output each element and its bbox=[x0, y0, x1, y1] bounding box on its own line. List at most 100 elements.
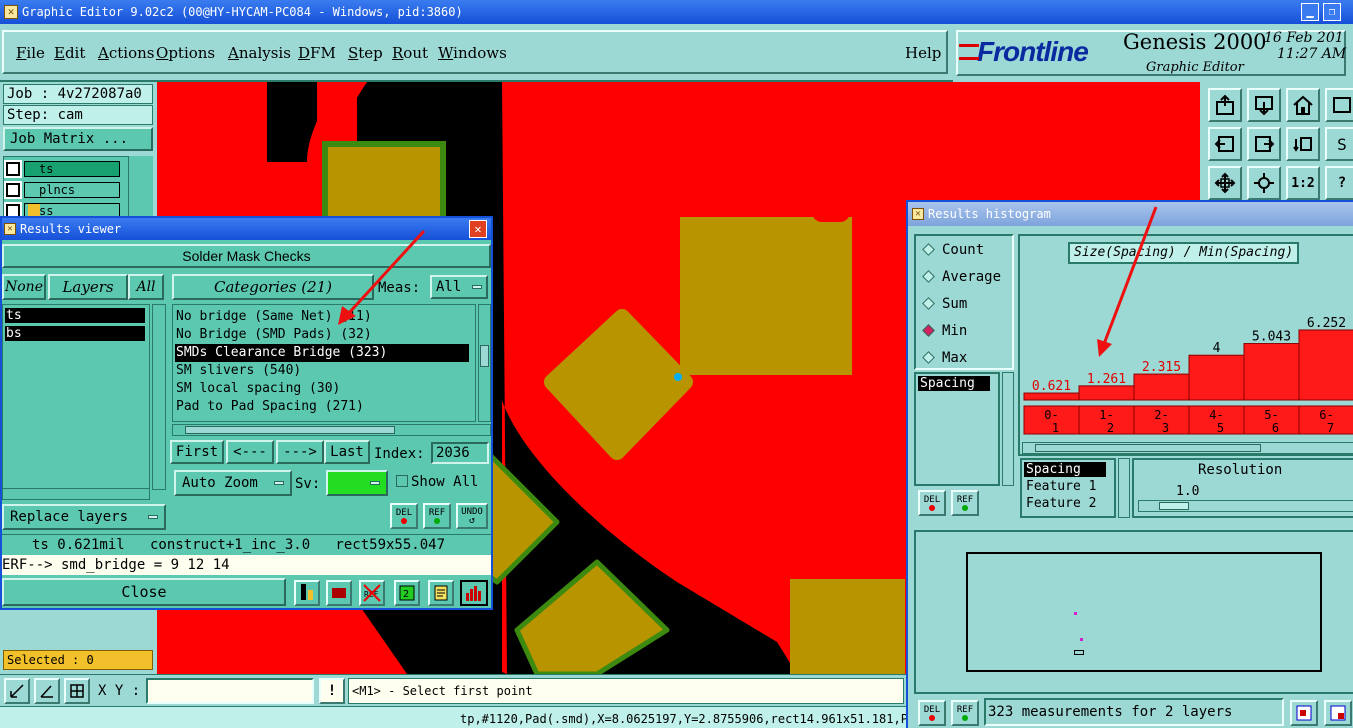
job-layer-row[interactable]: ts bbox=[4, 160, 126, 178]
menu-rout[interactable]: Rout bbox=[392, 44, 438, 62]
fit-all-icon[interactable] bbox=[1208, 166, 1242, 200]
category-list[interactable]: No bridge (Same Net) (11) No Bridge (SMD … bbox=[172, 304, 476, 422]
histogram-bar[interactable] bbox=[1023, 392, 1080, 401]
index-field[interactable]: 2036 bbox=[431, 442, 489, 464]
undo-view-icon[interactable] bbox=[1286, 127, 1320, 161]
menu-windows[interactable]: Windows bbox=[438, 44, 507, 62]
mode-option-min[interactable]: Min bbox=[916, 317, 1012, 344]
hist-lower-scrollbar[interactable] bbox=[1118, 458, 1130, 518]
hist-lower-item[interactable]: Spacing bbox=[1024, 462, 1106, 477]
mode-option-sum[interactable]: Sum bbox=[916, 290, 1012, 317]
layer-list-hscroll[interactable] bbox=[2, 488, 150, 500]
replace-layers-select[interactable]: Replace layers bbox=[2, 504, 166, 530]
last-button[interactable]: Last bbox=[324, 440, 370, 464]
all-button[interactable]: All bbox=[128, 274, 164, 300]
results-viewer-close-icon[interactable]: ✕ bbox=[469, 220, 487, 238]
category-item[interactable]: SM slivers (540) bbox=[175, 362, 473, 380]
histogram-bar[interactable] bbox=[1133, 373, 1190, 401]
histogram-bar[interactable] bbox=[1298, 329, 1353, 401]
menu-file[interactable]: File bbox=[16, 44, 54, 62]
maximize-button[interactable]: ❐ bbox=[1323, 3, 1341, 21]
none-button[interactable]: None bbox=[2, 274, 46, 300]
hist-left-scrollbar[interactable] bbox=[1002, 372, 1014, 486]
job-layer-row[interactable]: plncs bbox=[4, 181, 126, 199]
category-item[interactable]: Pad to Pad Spacing (271) bbox=[175, 398, 473, 416]
category-item[interactable]: No bridge (Same Net) (11) bbox=[175, 308, 473, 326]
auto-zoom-select[interactable]: Auto Zoom bbox=[174, 470, 292, 496]
snap-icon[interactable] bbox=[4, 678, 30, 704]
histogram-icon[interactable] bbox=[460, 580, 488, 606]
next-button[interactable]: ---> bbox=[276, 440, 324, 464]
show-all-checkbox[interactable] bbox=[396, 475, 408, 487]
pan-right-icon[interactable] bbox=[1247, 127, 1281, 161]
menu-edit[interactable]: Edit bbox=[54, 44, 98, 62]
menu-help[interactable]: Help bbox=[905, 44, 941, 62]
layers-button[interactable]: Layers bbox=[48, 274, 128, 300]
report-icon[interactable] bbox=[326, 580, 352, 606]
radio-diamond-icon[interactable] bbox=[922, 324, 935, 337]
hist-ref-icon[interactable]: REF bbox=[951, 490, 979, 516]
radio-diamond-icon[interactable] bbox=[922, 297, 935, 310]
ref-crossed-icon[interactable]: REF bbox=[359, 580, 385, 606]
radio-diamond-icon[interactable] bbox=[922, 351, 935, 364]
ref-icon[interactable]: REF bbox=[423, 503, 451, 529]
menu-actions[interactable]: Actions bbox=[98, 44, 156, 62]
xy-input[interactable] bbox=[146, 678, 314, 704]
category-item[interactable]: SM local spacing (30) bbox=[175, 380, 473, 398]
hist-lower-item[interactable]: Feature 2 bbox=[1024, 496, 1112, 511]
layer-list[interactable]: ts bs bbox=[2, 304, 150, 490]
home-up-icon[interactable] bbox=[1208, 88, 1242, 122]
layer-list-item[interactable]: bs bbox=[5, 326, 145, 341]
categories-button[interactable]: Categories (21) bbox=[172, 274, 374, 300]
hist-lower-list[interactable]: Spacing Feature 1 Feature 2 bbox=[1020, 458, 1116, 518]
menu-options[interactable]: Options bbox=[156, 44, 228, 62]
category-item[interactable]: No Bridge (SMD Pads) (32) bbox=[175, 326, 473, 344]
category-list-hscroll[interactable] bbox=[172, 424, 491, 436]
job-matrix-button[interactable]: Job Matrix ... bbox=[3, 127, 153, 151]
first-button[interactable]: First bbox=[170, 440, 224, 464]
hist-footer-ref-icon[interactable]: REF bbox=[951, 700, 979, 726]
resolution-slider[interactable] bbox=[1138, 500, 1353, 512]
minimize-button[interactable]: ▁ bbox=[1301, 3, 1319, 21]
angle-icon[interactable] bbox=[34, 678, 60, 704]
layer-list-scrollbar[interactable] bbox=[152, 304, 166, 490]
histogram-bar[interactable] bbox=[1243, 343, 1300, 401]
meas-select[interactable]: All bbox=[430, 275, 488, 299]
sv-color-select[interactable] bbox=[326, 470, 388, 496]
spacing-icon[interactable]: S bbox=[1325, 127, 1353, 161]
alert-icon[interactable]: ! bbox=[319, 678, 345, 704]
category-list-scrollbar[interactable] bbox=[478, 304, 491, 422]
grid-icon[interactable] bbox=[64, 678, 90, 704]
step-icon[interactable]: 2 bbox=[394, 580, 420, 606]
hist-left-list[interactable]: Spacing bbox=[914, 372, 1000, 486]
menu-analysis[interactable]: Analysis bbox=[228, 44, 298, 62]
help-icon[interactable]: ? bbox=[1325, 166, 1353, 200]
notes-icon[interactable] bbox=[428, 580, 454, 606]
menu-dfm[interactable]: DFM bbox=[298, 44, 348, 62]
resolution-slider-thumb[interactable] bbox=[1159, 502, 1189, 510]
layer-select-checkbox[interactable] bbox=[4, 160, 22, 178]
radio-diamond-icon[interactable] bbox=[922, 270, 935, 283]
center-icon[interactable] bbox=[1247, 166, 1281, 200]
undo-icon[interactable]: UNDO ↺ bbox=[456, 503, 488, 529]
overview-frame[interactable] bbox=[966, 552, 1322, 672]
mode-option-count[interactable]: Count bbox=[916, 236, 1012, 263]
prev-button[interactable]: <--- bbox=[226, 440, 274, 464]
window-icon[interactable] bbox=[1325, 88, 1353, 122]
histogram-hscroll[interactable] bbox=[1022, 442, 1353, 454]
close-button[interactable]: Close bbox=[2, 578, 286, 606]
hist-print-icon[interactable] bbox=[1324, 700, 1352, 726]
home-icon[interactable] bbox=[1286, 88, 1320, 122]
scale-1-2-icon[interactable]: 1:2 bbox=[1286, 166, 1320, 200]
mode-option-average[interactable]: Average bbox=[916, 263, 1012, 290]
mode-option-max[interactable]: Max bbox=[916, 344, 1012, 371]
hist-left-list-item[interactable]: Spacing bbox=[918, 376, 990, 391]
menu-step[interactable]: Step bbox=[348, 44, 392, 62]
hist-lower-item[interactable]: Feature 1 bbox=[1024, 479, 1112, 494]
layer-list-item[interactable]: ts bbox=[5, 308, 145, 323]
radio-diamond-icon[interactable] bbox=[922, 243, 935, 256]
hist-export-icon[interactable] bbox=[1290, 700, 1318, 726]
zoom-down-icon[interactable] bbox=[1247, 88, 1281, 122]
histogram-bar[interactable] bbox=[1188, 354, 1245, 401]
layer-select-checkbox[interactable] bbox=[4, 181, 22, 199]
